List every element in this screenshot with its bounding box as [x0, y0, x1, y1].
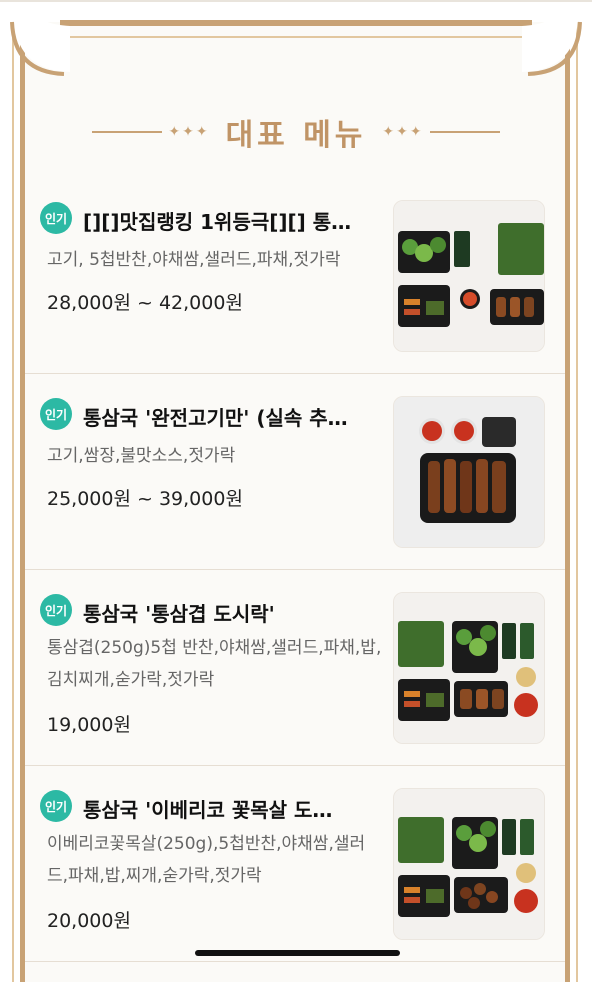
diamond-icon: ✦✦✦ — [168, 124, 210, 140]
menu-description: 고기,쌈장,불맛소스,젓가락 — [47, 446, 236, 466]
menu-price: 28,000원 ~ 42,000원 — [47, 292, 243, 314]
menu-price: 19,000원 — [47, 714, 131, 736]
menu-image — [393, 396, 545, 548]
section-header: ✦✦✦ 대표 메뉴 ✦✦✦ — [0, 114, 592, 153]
menu-name: 통삼국 '이베리코 꽃목살 도… — [83, 798, 333, 822]
popular-badge: 인기 — [40, 594, 72, 626]
popular-badge: 인기 — [40, 398, 72, 430]
section-title: 대표 메뉴 — [225, 118, 367, 153]
frame-corners — [10, 14, 582, 76]
menu-name: 통삼국 '통삼겹 도시락' — [83, 602, 275, 626]
menu-description: 통삼겹(250g)5첩 반찬,야채쌈,샐러드,파채,밥,김치찌개,숟가락,젓가락 — [47, 638, 382, 690]
menu-list: 인기 [][]맛집랭킹 1위등극[][] 통… 고기, 5첩반찬,야채쌈,샐러드… — [25, 178, 565, 962]
menu-name: 통삼국 '완전고기만' (실속 추… — [83, 406, 348, 430]
menu-description: 이베리코꽃목살(250g),5첩반찬,야채쌈,샐러드,파채,밥,찌개,숟가락,젓… — [47, 834, 366, 886]
menu-item[interactable]: 인기 통삼국 '통삼겹 도시락' 통삼겹(250g)5첩 반찬,야채쌈,샐러드,… — [25, 570, 565, 766]
menu-price: 20,000원 — [47, 910, 131, 932]
menu-item[interactable]: 인기 통삼국 '이베리코 꽃목살 도… 이베리코꽃목살(250g),5첩반찬,야… — [25, 766, 565, 962]
menu-price: 25,000원 ~ 39,000원 — [47, 488, 243, 510]
menu-description: 고기, 5첩반찬,야채쌈,샐러드,파채,젓가락 — [47, 250, 341, 270]
popular-badge: 인기 — [40, 202, 72, 234]
home-indicator[interactable] — [195, 950, 400, 956]
menu-item[interactable]: 인기 [][]맛집랭킹 1위등극[][] 통… 고기, 5첩반찬,야채쌈,샐러드… — [25, 178, 565, 374]
title-deco-line-right — [429, 131, 500, 133]
menu-image — [393, 592, 545, 744]
menu-image — [393, 788, 545, 940]
menu-item[interactable]: 인기 통삼국 '완전고기만' (실속 추… 고기,쌈장,불맛소스,젓가락 25,… — [25, 374, 565, 570]
menu-image — [393, 200, 545, 352]
popular-badge: 인기 — [40, 790, 72, 822]
menu-name: [][]맛집랭킹 1위등극[][] 통… — [83, 210, 352, 234]
diamond-icon: ✦✦✦ — [382, 124, 424, 140]
title-deco-line-left — [92, 131, 163, 133]
